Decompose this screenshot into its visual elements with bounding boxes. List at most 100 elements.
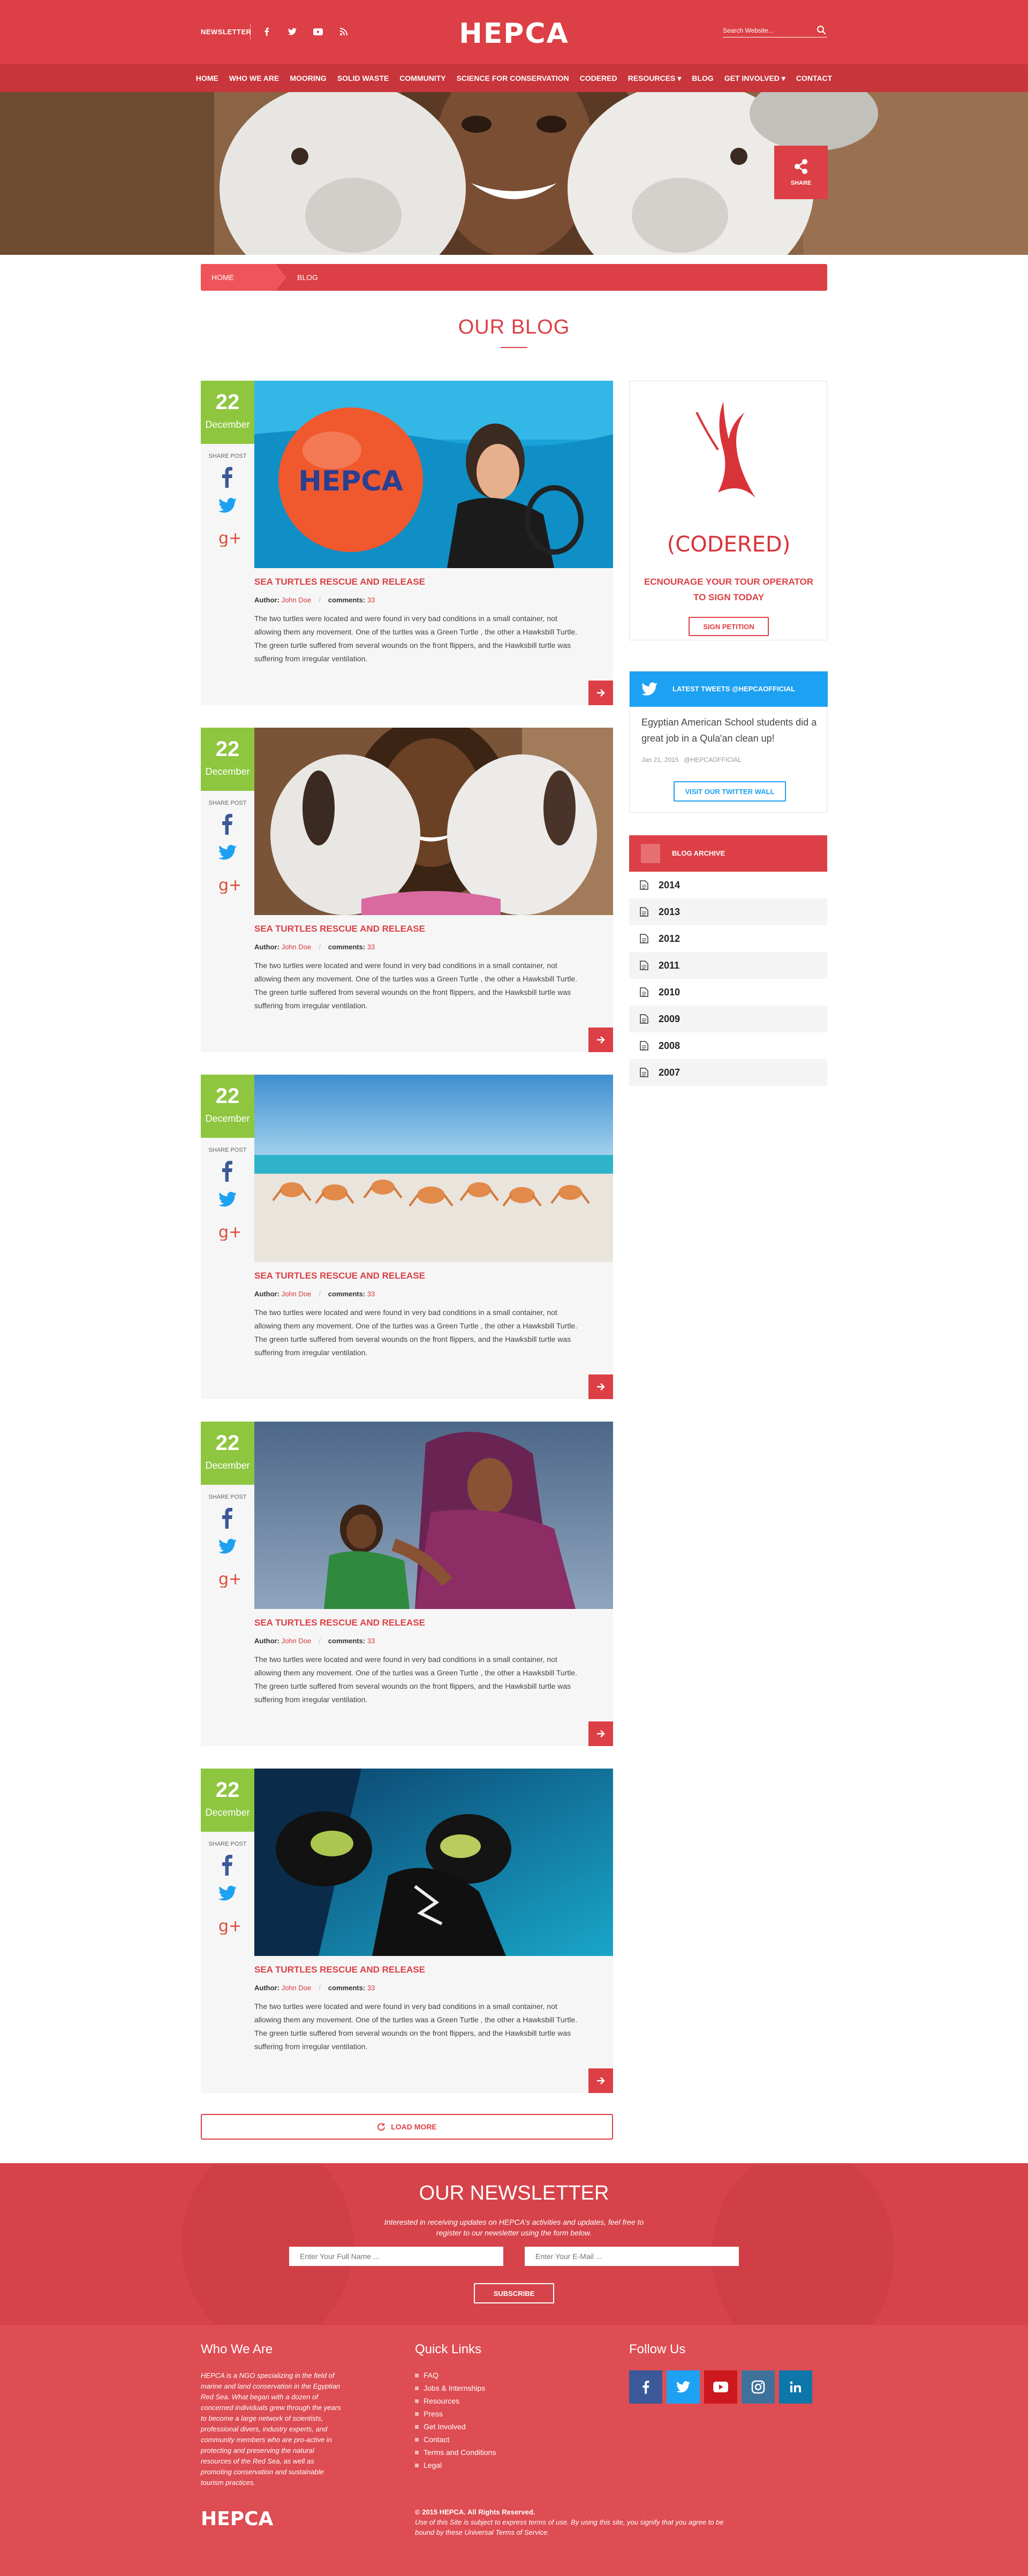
nav-item-science[interactable]: Science for Conservation <box>451 74 575 82</box>
newsletter-name-input[interactable] <box>289 2247 503 2266</box>
footer-link-contact[interactable]: Contact <box>424 2435 449 2444</box>
post-month: December <box>205 1807 250 1818</box>
twitter-icon[interactable] <box>287 26 298 37</box>
instagram-icon[interactable] <box>742 2370 775 2404</box>
twitter-icon[interactable] <box>218 1538 237 1557</box>
twitter-icon[interactable] <box>218 844 237 863</box>
facebook-icon[interactable] <box>218 1507 237 1531</box>
facebook-icon[interactable] <box>261 26 272 37</box>
twitter-icon[interactable] <box>218 1885 237 1904</box>
newsletter-email-input[interactable] <box>525 2247 739 2266</box>
blog-post: 22 December SHARE POST g+ SEA TURTLES RES… <box>201 1422 613 1746</box>
nav-item-get-involved[interactable]: Get Involved ▾ <box>719 74 791 83</box>
facebook-icon[interactable] <box>218 813 237 837</box>
footer-link-terms[interactable]: Terms and Conditions <box>424 2448 496 2457</box>
archive-year-2012[interactable]: 2012 <box>629 925 827 952</box>
archive-year-2008[interactable]: 2008 <box>629 1032 827 1059</box>
breadcrumb-home[interactable]: HOME <box>201 264 286 291</box>
twitter-widget-header: LATEST TWEETS @HEPCAOFFICIAL <box>630 671 828 707</box>
nav-item-contact[interactable]: Contact <box>791 74 837 82</box>
post-title[interactable]: SEA TURTLES RESCUE AND RELEASE <box>254 577 425 587</box>
facebook-icon[interactable] <box>218 466 237 490</box>
comments-link[interactable]: 33 <box>367 596 375 604</box>
post-title[interactable]: SEA TURTLES RESCUE AND RELEASE <box>254 1618 425 1628</box>
newsletter-link[interactable]: NEWSLETTER <box>201 28 252 36</box>
post-image[interactable] <box>254 1075 613 1262</box>
post-title[interactable]: SEA TURTLES RESCUE AND RELEASE <box>254 1965 425 1975</box>
linkedin-icon[interactable] <box>779 2370 812 2404</box>
rss-icon[interactable] <box>338 26 349 37</box>
post-image[interactable]: HEPCA <box>254 381 613 568</box>
nav-item-codered[interactable]: CODERED <box>575 74 623 82</box>
twitter-icon[interactable] <box>218 497 237 516</box>
nav-item-solid-waste[interactable]: Solid Waste <box>332 74 394 82</box>
google-plus-icon[interactable]: g+ <box>218 1222 242 1243</box>
read-more-button[interactable] <box>588 2068 613 2093</box>
youtube-icon[interactable] <box>704 2370 737 2404</box>
footer-link-faq[interactable]: FAQ <box>424 2371 439 2379</box>
read-more-button[interactable] <box>588 1721 613 1746</box>
archive-year-2014[interactable]: 2014 <box>629 872 827 898</box>
author-link[interactable]: John Doe <box>282 1637 312 1645</box>
nav-item-community[interactable]: Community <box>394 74 451 82</box>
post-image[interactable] <box>254 1769 613 1956</box>
comments-link[interactable]: 33 <box>367 943 375 951</box>
youtube-icon[interactable] <box>313 26 323 37</box>
tweet-handle[interactable]: @HEPCAOFFICIAL <box>684 756 742 764</box>
author-link[interactable]: John Doe <box>282 1290 312 1298</box>
nav-item-resources[interactable]: Resources ▾ <box>623 74 687 83</box>
facebook-icon[interactable] <box>218 1854 237 1878</box>
google-plus-icon[interactable]: g+ <box>218 528 242 549</box>
twitter-icon[interactable] <box>667 2370 700 2404</box>
post-day: 22 <box>215 1778 240 1802</box>
author-link[interactable]: John Doe <box>282 596 312 604</box>
share-button[interactable]: SHARE <box>774 146 828 199</box>
footer-hepca-logo[interactable]: HEPCA <box>201 2507 297 2528</box>
codered-logo[interactable]: (CODERED) <box>664 391 793 568</box>
subscribe-button[interactable]: SUBSCRIBE <box>474 2283 554 2303</box>
facebook-icon[interactable] <box>218 1160 237 1184</box>
footer-link-resources[interactable]: Resources <box>424 2397 459 2405</box>
twitter-icon[interactable] <box>218 1191 237 1210</box>
author-link[interactable]: John Doe <box>282 943 312 951</box>
archive-year-2009[interactable]: 2009 <box>629 1006 827 1032</box>
read-more-button[interactable] <box>588 1028 613 1052</box>
load-more-button[interactable]: LOAD MORE <box>201 2114 613 2140</box>
hepca-logo[interactable]: HEPCA <box>436 16 592 49</box>
comments-link[interactable]: 33 <box>367 1984 375 1992</box>
facebook-icon[interactable] <box>629 2370 662 2404</box>
post-title[interactable]: SEA TURTLES RESCUE AND RELEASE <box>254 924 425 934</box>
nav-item-home[interactable]: Home <box>191 74 224 82</box>
sign-petition-button[interactable]: SIGN PETITION <box>689 617 769 636</box>
comments-link[interactable]: 33 <box>367 1290 375 1298</box>
read-more-button[interactable] <box>588 681 613 705</box>
footer-link-press[interactable]: Press <box>424 2409 443 2418</box>
author-link[interactable]: John Doe <box>282 1984 312 1992</box>
footer-link-jobs[interactable]: Jobs & Internships <box>424 2384 485 2392</box>
nav-item-who-we-are[interactable]: Who we are <box>224 74 285 82</box>
archive-year-2010[interactable]: 2010 <box>629 979 827 1006</box>
post-image[interactable] <box>254 728 613 915</box>
archive-year-2007[interactable]: 2007 <box>629 1059 827 1086</box>
google-plus-icon[interactable]: g+ <box>218 1916 242 1937</box>
twitter-wall-button[interactable]: VISIT OUR TWITTER WALL <box>674 781 786 802</box>
footer-link-legal[interactable]: Legal <box>424 2461 442 2469</box>
search-icon[interactable] <box>817 25 827 36</box>
terms-text: Use of this Site is subject to express t… <box>415 2518 724 2536</box>
archive-year-2011[interactable]: 2011 <box>629 952 827 979</box>
google-plus-icon[interactable]: g+ <box>218 875 242 896</box>
nav-item-blog[interactable]: Blog <box>686 74 719 82</box>
post-title[interactable]: SEA TURTLES RESCUE AND RELEASE <box>254 1271 425 1281</box>
archive-year-2013[interactable]: 2013 <box>629 898 827 925</box>
footer-link-get-involved[interactable]: Get Involved <box>424 2422 466 2431</box>
twitter-widget: LATEST TWEETS @HEPCAOFFICIAL Egyptian Am… <box>629 671 828 813</box>
post-image[interactable] <box>254 1422 613 1609</box>
read-more-button[interactable] <box>588 1374 613 1399</box>
comments-link[interactable]: 33 <box>367 1637 375 1645</box>
document-icon <box>640 1041 648 1051</box>
search-input[interactable] <box>723 24 814 37</box>
nav-item-mooring[interactable]: Mooring <box>284 74 331 82</box>
google-plus-icon[interactable]: g+ <box>218 1569 242 1590</box>
post-excerpt: The two turtles were located and were fo… <box>254 961 578 1010</box>
main-navigation: Home Who we are Mooring Solid Waste Comm… <box>0 64 1028 92</box>
